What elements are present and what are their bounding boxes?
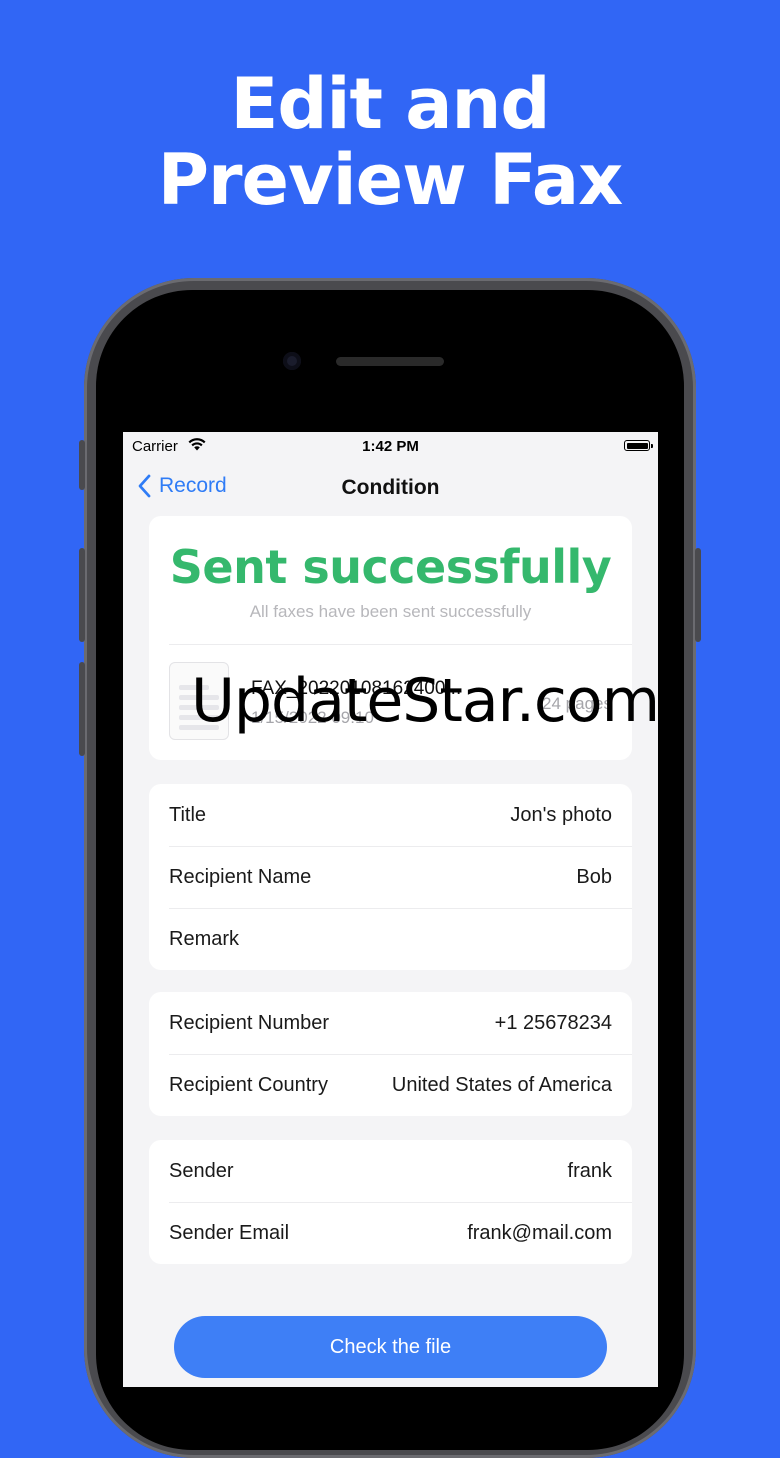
fax-details-card: Title Jon's photo Recipient Name Bob Rem… [149,784,632,970]
phone-mute-switch [79,440,85,490]
sender-email-label: Sender Email [169,1221,290,1244]
recipient-name-row[interactable]: Recipient Name Bob [149,846,632,908]
app-screen: Carrier 1:42 PM Record Condition Sent su… [123,432,658,1387]
clock: 1:42 PM [362,438,419,455]
phone-volume-down [79,662,85,756]
headline-line-1: Edit and [230,63,551,145]
camera-icon [283,352,301,370]
title-value: Jon's photo [510,803,612,826]
sender-email-value: frank@mail.com [467,1221,612,1244]
page-title: Condition [341,476,440,499]
title-label: Title [169,803,207,826]
recipient-number-value: +1 25678234 [494,1011,612,1034]
recipient-number-row[interactable]: Recipient Number +1 25678234 [149,992,632,1054]
recipient-number-label: Recipient Number [169,1011,330,1034]
sender-value: frank [567,1159,612,1182]
battery-icon [624,440,653,451]
headline-line-2: Preview Fax [157,139,624,221]
headline: Edit and Preview Fax [0,66,780,218]
speaker-grille [336,357,444,366]
recipient-name-label: Recipient Name [169,865,312,888]
recipient-country-value: United States of America [391,1073,612,1096]
watermark-text: UpdateStar.com [191,666,658,736]
status-subtitle: All faxes have been sent successfully [249,602,532,621]
sender-card: Sender frank Sender Email frank@mail.com [149,1140,632,1264]
remark-label: Remark [169,927,240,950]
remark-row[interactable]: Remark [149,908,632,970]
status-bar: Carrier 1:42 PM [123,432,658,460]
navigation-bar: Record Condition [123,462,658,512]
recipient-card: Recipient Number +1 25678234 Recipient C… [149,992,632,1116]
check-file-button[interactable]: Check the file [174,1316,607,1378]
title-row[interactable]: Title Jon's photo [149,784,632,846]
divider [169,644,632,645]
sender-label: Sender [169,1159,234,1182]
recipient-name-value: Bob [576,865,612,888]
sender-email-row[interactable]: Sender Email frank@mail.com [149,1202,632,1264]
sender-row[interactable]: Sender frank [149,1140,632,1202]
phone-volume-up [79,548,85,642]
recipient-country-label: Recipient Country [169,1073,328,1096]
recipient-country-row[interactable]: Recipient Country United States of Ameri… [149,1054,632,1116]
phone-power-button [695,548,701,642]
status-title: Sent successfully [169,540,612,594]
